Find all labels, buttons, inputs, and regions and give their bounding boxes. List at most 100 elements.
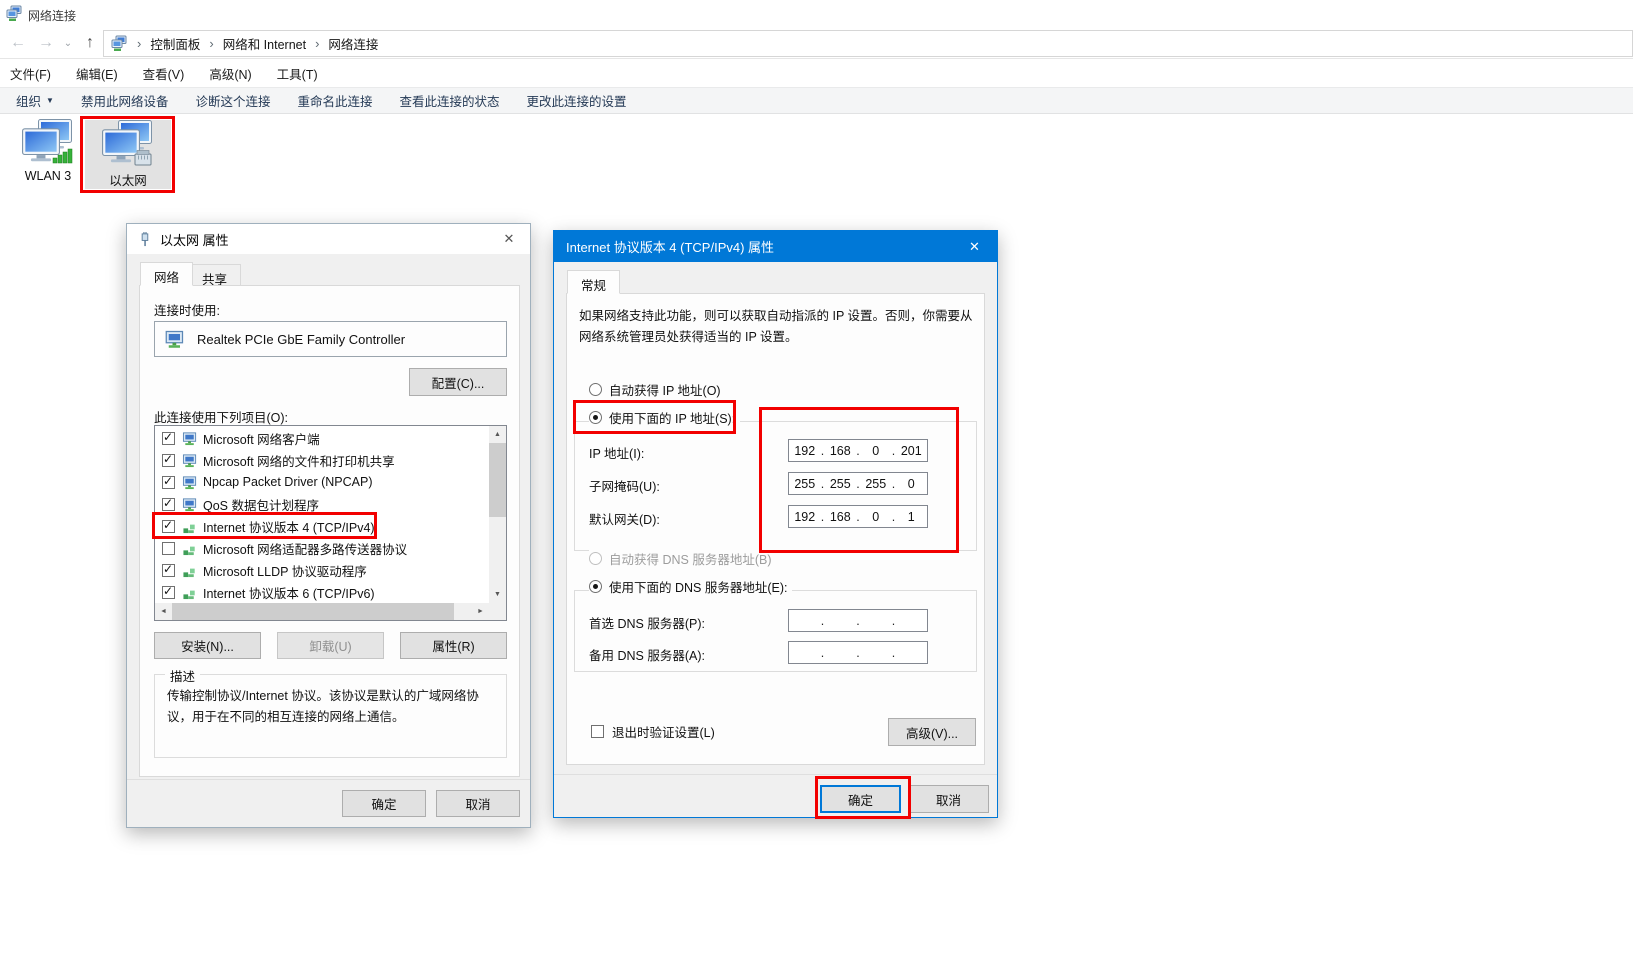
menu-edit[interactable]: 编辑(E) [76, 64, 118, 83]
octet[interactable]: 192 [789, 443, 821, 458]
octet[interactable]: 1 [896, 509, 928, 524]
forward-button: → [34, 28, 58, 58]
octet[interactable]: 192 [789, 509, 821, 524]
octet[interactable] [789, 620, 821, 621]
rename-connection-button[interactable]: 重命名此连接 [297, 91, 372, 110]
ip-address-field[interactable]: 192 1680 201 [788, 439, 928, 462]
octet[interactable] [860, 620, 892, 621]
ipv4-properties-dialog: Internet 协议版本 4 (TCP/IPv4) 属性 ✕ 常规 如果网络支… [553, 230, 998, 818]
octet[interactable]: 255 [789, 476, 821, 491]
alternate-dns-label: 备用 DNS 服务器(A): [589, 645, 705, 664]
close-button[interactable]: ✕ [488, 224, 530, 254]
octet[interactable]: 0 [896, 476, 928, 491]
radio-selected-icon[interactable] [589, 580, 602, 593]
radio-manual-dns[interactable]: 使用下面的 DNS 服务器地址(E): [589, 577, 792, 596]
radio-icon[interactable] [589, 383, 602, 396]
history-dropdown-button[interactable]: ⌄ [60, 28, 76, 58]
octet[interactable]: 168 [825, 443, 857, 458]
breadcrumb-network-connections[interactable]: 网络连接 [328, 34, 378, 53]
scrollbar-thumb[interactable] [172, 603, 454, 620]
radio-auto-ip[interactable]: 自动获得 IP 地址(O) [589, 380, 726, 399]
vertical-scrollbar[interactable]: ▲ ▼ [489, 426, 506, 603]
breadcrumb-control-panel[interactable]: 控制面板 [150, 34, 200, 53]
preferred-dns-field[interactable] [788, 609, 928, 632]
list-item[interactable]: ✓ Microsoft 网络的文件和打印机共享 [156, 449, 488, 471]
octet[interactable]: 255 [860, 476, 892, 491]
list-item[interactable]: Microsoft 网络适配器多路传送器协议 [156, 537, 488, 559]
checkbox[interactable]: ✓ [162, 520, 175, 533]
install-button[interactable]: 安装(N)... [154, 632, 261, 659]
view-status-button[interactable]: 查看此连接的状态 [399, 91, 499, 110]
horizontal-scrollbar[interactable]: ◄ ► [155, 603, 489, 620]
description-title: 描述 [165, 666, 200, 685]
octet[interactable]: 168 [825, 509, 857, 524]
octet[interactable]: 0 [860, 509, 892, 524]
tab-sharing[interactable]: 共享 [188, 264, 241, 286]
menu-file[interactable]: 文件(F) [10, 64, 51, 83]
default-gateway-field[interactable]: 192 16801 [788, 505, 928, 528]
checkbox[interactable] [162, 542, 175, 555]
octet[interactable] [789, 652, 821, 653]
diagnose-connection-button[interactable]: 诊断这个连接 [195, 91, 270, 110]
tab-general[interactable]: 常规 [567, 270, 620, 294]
configure-button[interactable]: 配置(C)... [409, 368, 507, 396]
octet[interactable] [896, 620, 928, 621]
octet[interactable] [825, 652, 857, 653]
cancel-button[interactable]: 取消 [436, 790, 520, 817]
menu-view[interactable]: 查看(V) [143, 64, 185, 83]
disable-device-button[interactable]: 禁用此网络设备 [81, 91, 169, 110]
scroll-right-icon[interactable]: ► [472, 603, 489, 620]
list-item[interactable]: ✓ Microsoft 网络客户端 [156, 427, 488, 449]
ipv4-dialog-title-bar[interactable]: Internet 协议版本 4 (TCP/IPv4) 属性 [554, 231, 997, 262]
ok-button[interactable]: 确定 [820, 785, 901, 813]
scroll-left-icon[interactable]: ◄ [155, 603, 172, 620]
checkbox[interactable] [591, 725, 604, 738]
scrollbar-thumb[interactable] [489, 443, 506, 517]
menu-tools[interactable]: 工具(T) [277, 64, 318, 83]
connection-wlan[interactable]: WLAN 3 [16, 119, 80, 191]
octet[interactable] [825, 620, 857, 621]
octet[interactable] [860, 652, 892, 653]
checkbox[interactable]: ✓ [162, 498, 175, 511]
connection-ethernet[interactable]: 以太网 [85, 120, 171, 189]
alternate-dns-field[interactable] [788, 641, 928, 664]
address-bar[interactable]: › 控制面板 › 网络和 Internet › 网络连接 [103, 30, 1633, 57]
validate-on-exit-row[interactable]: 退出时验证设置(L) [591, 722, 715, 741]
radio-selected-icon[interactable] [589, 411, 602, 424]
close-button[interactable]: ✕ [952, 231, 997, 262]
list-item[interactable]: ✓ Npcap Packet Driver (NPCAP) [156, 471, 488, 493]
list-item-label: QoS 数据包计划程序 [203, 495, 319, 514]
octet[interactable]: 0 [860, 443, 892, 458]
check-icon: ✓ [163, 474, 173, 488]
octet[interactable]: 201 [896, 443, 928, 458]
ethernet-dialog-title-bar[interactable]: 以太网 属性 [127, 224, 530, 254]
list-item[interactable]: ✓ Internet 协议版本 6 (TCP/IPv6) [156, 581, 488, 603]
advanced-button[interactable]: 高级(V)... [888, 718, 976, 746]
octet[interactable] [896, 652, 928, 653]
cancel-button[interactable]: 取消 [908, 785, 989, 813]
radio-manual-ip[interactable]: 使用下面的 IP 地址(S): [589, 408, 740, 427]
list-item-ipv4[interactable]: ✓ Internet 协议版本 4 (TCP/IPv4) [156, 515, 488, 537]
properties-button[interactable]: 属性(R) [400, 632, 507, 659]
checkbox[interactable]: ✓ [162, 454, 175, 467]
organize-button[interactable]: 组织 ▼ [16, 91, 54, 110]
up-button[interactable]: ↑ [78, 28, 102, 58]
breadcrumb-network-and-internet[interactable]: 网络和 Internet [223, 34, 306, 53]
checkbox[interactable]: ✓ [162, 586, 175, 599]
radio-auto-dns: 自动获得 DNS 服务器地址(B) [589, 549, 777, 568]
octet[interactable]: 255 [825, 476, 857, 491]
menu-advanced[interactable]: 高级(N) [209, 64, 251, 83]
checkbox[interactable]: ✓ [162, 564, 175, 577]
tab-network[interactable]: 网络 [140, 262, 193, 286]
window-title-bar[interactable]: 网络连接 [0, 0, 1633, 28]
scroll-up-icon[interactable]: ▲ [489, 426, 506, 443]
checkbox[interactable]: ✓ [162, 432, 175, 445]
subnet-mask-field[interactable]: 2552552550 [788, 472, 928, 495]
check-icon: ✓ [163, 430, 173, 444]
ok-button[interactable]: 确定 [342, 790, 426, 817]
scroll-down-icon[interactable]: ▼ [489, 586, 506, 603]
list-item[interactable]: ✓ Microsoft LLDP 协议驱动程序 [156, 559, 488, 581]
list-item[interactable]: ✓ QoS 数据包计划程序 [156, 493, 488, 515]
checkbox[interactable]: ✓ [162, 476, 175, 489]
change-settings-button[interactable]: 更改此连接的设置 [527, 91, 627, 110]
